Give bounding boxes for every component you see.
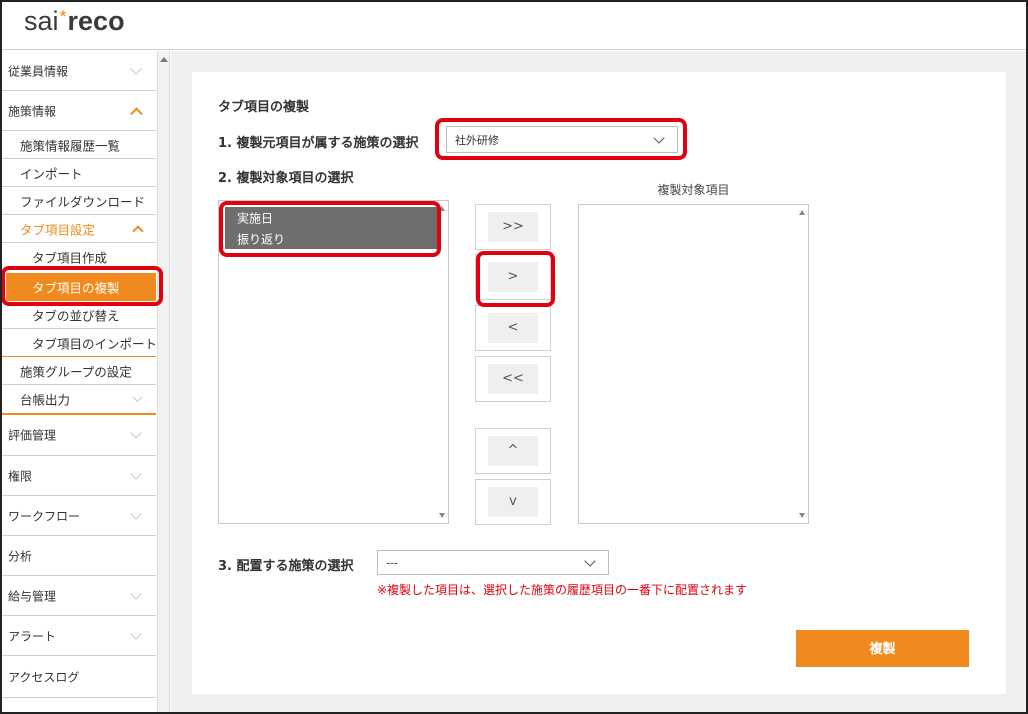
copy-submit-button[interactable]: 複製 [796,630,969,667]
move-all-right-button-frame: >> [475,204,551,250]
chevron-up-icon [132,224,144,237]
page-title: タブ項目の複製 [218,100,310,115]
chevron-down-icon [130,587,142,600]
sidebar-item-import[interactable]: インポート [0,159,156,187]
select-value: --- [386,556,398,569]
target-items-list[interactable] [578,204,809,524]
sidebar-item-label: ファイルダウンロード [20,194,146,209]
sidebar-item-permissions[interactable]: 権限 [0,456,156,496]
select-value: 社外研修 [455,133,499,147]
scroll-up-arrow-icon[interactable] [799,210,805,215]
chevron-up-icon [130,106,143,120]
move-right-button[interactable]: > [488,262,538,292]
chevron-down-icon [130,62,142,75]
list-item[interactable]: 振り返り [225,228,437,249]
header: sai*reco [0,0,1028,50]
sidebar: 従業員情報 施策情報 施策情報履歴一覧 インポート ファイルダウンロード タブ項… [0,51,158,714]
chevron-down-icon [130,627,142,640]
step3-label: 3. 配置する施策の選択 [218,559,354,574]
sidebar-item-label: ワークフロー [8,509,81,523]
scroll-up-arrow-icon[interactable] [160,57,168,62]
step2-label: 2. 複製対象項目の選択 [218,171,354,186]
sidebar-item-label: タブ項目作成 [32,250,108,266]
move-right-button-frame: > [475,254,551,300]
sidebar-item-alert[interactable]: アラート [0,616,156,656]
sidebar-item-label: 施策情報履歴一覧 [20,138,121,153]
sidebar-item-label: インポート [20,166,83,181]
sidebar-item-label: タブ項目の複製 [32,280,120,296]
scroll-down-arrow-icon[interactable] [799,513,805,518]
move-up-button[interactable]: ^ [488,436,538,466]
sidebar-item-file-download[interactable]: ファイルダウンロード [0,187,156,215]
scroll-up-arrow-icon[interactable] [439,206,445,211]
list-item-label: 実施日 [237,211,274,225]
chevron-down-icon [130,507,142,520]
sidebar-item-label: アクセスログ [8,670,80,684]
sidebar-item-ledger-output[interactable]: 台帳出力 [0,385,156,413]
chevron-down-icon [653,131,665,144]
target-policy-select[interactable]: --- [377,550,609,575]
chevron-down-icon [584,554,596,567]
scroll-down-arrow-icon[interactable] [439,513,445,518]
sidebar-item-label: タブ項目のインポート [32,336,158,351]
sidebar-item-payroll[interactable]: 給与管理 [0,576,156,616]
placement-note: ※複製した項目は、選択した施策の履歴項目の一番下に配置されます [377,583,748,597]
sidebar-item-label: 施策情報 [8,104,57,118]
sidebar-item-workflow[interactable]: ワークフロー [0,496,156,536]
sidebar-item-policy-info[interactable]: 施策情報 [0,91,156,131]
sidebar-item-tab-settings[interactable]: タブ項目設定 [0,215,156,243]
sidebar-item-label: アラート [8,629,57,643]
sidebar-item-label: 権限 [8,469,33,483]
step1-label: 1. 複製元項目が属する施策の選択 [218,136,419,151]
move-down-button[interactable]: v [488,487,538,517]
sidebar-item-label: 給与管理 [8,589,57,603]
move-all-left-button-frame: << [475,356,551,402]
sidebar-item-label: 台帳出力 [20,392,71,408]
chevron-down-icon [130,427,142,439]
move-all-right-button[interactable]: >> [488,212,538,242]
sidebar-item-evaluation[interactable]: 評価管理 [0,415,156,456]
sidebar-item-label: 従業員情報 [8,64,69,78]
sidebar-item-tab-create[interactable]: タブ項目作成 [0,243,156,271]
move-down-button-frame: v [475,479,551,525]
target-items-label: 複製対象項目 [657,183,730,197]
sidebar-item-label: 分析 [8,549,33,563]
chevron-down-icon [132,392,143,403]
sidebar-item-employee-info[interactable]: 従業員情報 [0,51,156,91]
list-item[interactable]: 実施日 [225,207,437,228]
sidebar-item-analysis[interactable]: 分析 [0,536,156,576]
sidebar-item-access-log[interactable]: アクセスログ [0,656,156,698]
sidebar-scrollbar[interactable] [157,51,170,714]
move-left-button-frame: < [475,305,551,351]
sidebar-item-label: タブ項目設定 [20,222,96,237]
sidebar-item-history-list[interactable]: 施策情報履歴一覧 [0,131,156,159]
move-all-left-button[interactable]: << [488,364,538,394]
move-up-button-frame: ^ [475,428,551,474]
sidebar-item-tab-sort[interactable]: タブの並び替え [0,301,156,329]
chevron-down-icon [130,467,142,480]
sidebar-item-label: 施策グループの設定 [20,364,132,379]
sidebar-item-tab-copy[interactable]: タブ項目の複製 [6,273,156,301]
app-logo[interactable]: sai*reco [24,6,125,37]
sidebar-item-label: 評価管理 [8,428,57,443]
sidebar-item-tab-import[interactable]: タブ項目のインポート [0,329,158,357]
source-policy-select[interactable]: 社外研修 [446,126,678,153]
sidebar-item-group-settings[interactable]: 施策グループの設定 [0,357,156,385]
sidebar-item-label: タブの並び替え [32,308,120,323]
move-left-button[interactable]: < [488,313,538,343]
list-item-label: 振り返り [237,232,286,246]
